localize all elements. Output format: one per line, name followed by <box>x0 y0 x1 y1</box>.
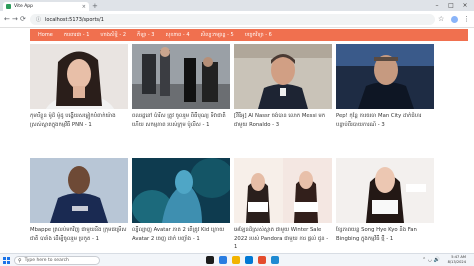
article-thumbnail[interactable] <box>234 158 332 223</box>
article-card[interactable]: ពលរដ្ឋនៅ ប៉ារីស ត្រូវ ចូលរួម ពិធីបុណ្យ ទ… <box>132 44 230 146</box>
article-title[interactable]: Pep! កុន្តែ ការចរចា Man City ដាក់ជំហរ បន… <box>336 112 434 138</box>
article-card[interactable]: [វីឌីអូ] Al Nassr ចង់បាន លោក Messi មកជាម… <box>234 44 332 146</box>
os-taskbar: ⚲ Type here to search ⌃ ◡ 🔊 5:47 AM 8/13… <box>0 253 474 266</box>
taskbar-search-box[interactable]: ⚲ Type here to search <box>14 256 100 265</box>
browser-tab-strip: Vite App × + – □ × <box>0 0 474 11</box>
article-card[interactable]: កុមារីខ្លួន ម៉ូដ៏ ម៉ូដូ បង្ហើយសម្លៀកបំពា… <box>30 44 128 146</box>
article-thumbnail[interactable] <box>30 158 128 223</box>
minimize-button[interactable]: – <box>430 1 444 10</box>
nav-home[interactable]: Home <box>38 32 53 38</box>
clock-date: 8/13/2024 <box>447 260 466 264</box>
article-card[interactable]: Pep! កុន្តែ ការចរចា Man City ដាក់ជំហរ បន… <box>336 44 434 146</box>
store-icon[interactable] <box>245 256 253 264</box>
file-explorer-icon[interactable] <box>232 256 240 264</box>
article-card[interactable]: ល្បីល្បាញ Avatar ភាគ 2 តើត្រូវ Kid ក្រោយ… <box>132 158 230 260</box>
nav-category-5[interactable]: សិល្បៈកម្សាន្ត - 5 <box>201 32 234 39</box>
article-card[interactable]: Mbappe ត្រលប់មកវិញ ជាមួយនឹង ក្រុមជម្រើស … <box>30 158 128 260</box>
close-window-button[interactable]: × <box>458 1 472 10</box>
site-navbar: Home ការពារជា - 1 ហាងសិទ្ធិ - 2 កីឡា - 3… <box>30 29 468 41</box>
article-thumbnail[interactable] <box>336 44 434 109</box>
url-text: localhost:5173/sports/1 <box>45 16 104 23</box>
article-grid: កុមារីខ្លួន ម៉ូដ៏ ម៉ូដូ បង្ហើយសម្លៀកបំពា… <box>30 44 435 260</box>
taskbar-search-placeholder: Type here to search <box>24 258 69 263</box>
bookmark-star-icon[interactable]: ☆ <box>438 14 444 24</box>
article-title[interactable]: ល្បីល្បាញ Avatar ភាគ 2 តើត្រូវ Kid ក្រោយ… <box>132 226 230 252</box>
article-card[interactable]: ខ្សែភាពយន្ត Song Hye Kyo និង Fan Bingbin… <box>336 158 434 260</box>
nav-category-1[interactable]: ការពារជា - 1 <box>64 32 90 39</box>
nav-category-4[interactable]: សុខភាព - 4 <box>165 32 189 39</box>
article-thumbnail[interactable] <box>336 158 434 223</box>
article-title[interactable]: កុមារីខ្លួន ម៉ូដ៏ ម៉ូដូ បង្ហើយសម្លៀកបំពា… <box>30 112 128 138</box>
article-title[interactable]: ពលរដ្ឋនៅ ប៉ារីស ត្រូវ ចូលរួម ពិធីបុណ្យ ទ… <box>132 112 230 138</box>
nav-category-6[interactable]: បច្ចេកវិទ្យា - 6 <box>245 32 272 39</box>
search-icon: ⚲ <box>18 257 22 264</box>
edge-icon[interactable] <box>219 256 227 264</box>
window-controls: – □ × <box>430 1 472 10</box>
article-title[interactable]: [វីឌីអូ] Al Nassr ចង់បាន លោក Messi មកជាម… <box>234 112 332 138</box>
nav-category-2[interactable]: ហាងសិទ្ធិ - 2 <box>100 32 126 39</box>
windows-start-icon[interactable] <box>3 257 10 264</box>
taskbar-apps <box>206 256 284 264</box>
article-thumbnail[interactable] <box>132 44 230 109</box>
forward-arrow-icon[interactable]: → <box>12 14 18 24</box>
article-thumbnail[interactable] <box>132 158 230 223</box>
vscode-icon[interactable] <box>271 256 279 264</box>
tab-close-icon[interactable]: × <box>82 4 86 10</box>
site-info-icon[interactable]: ⓘ <box>36 16 41 23</box>
address-bar-row: ← → ⟳ ⓘ localhost:5173/sports/1 ☆ ⋮ <box>0 11 474 28</box>
chrome-icon[interactable] <box>258 256 266 264</box>
browser-tab[interactable]: Vite App × <box>3 2 89 11</box>
browser-menu-icon[interactable]: ⋮ <box>463 14 470 24</box>
reload-icon[interactable]: ⟳ <box>20 14 26 24</box>
vite-favicon-icon <box>6 4 11 9</box>
article-title[interactable]: អេឡែនដ៏ស្រស់ស្អាត ជាមួយ Winter Sale 2022… <box>234 226 332 252</box>
url-field[interactable]: ⓘ localhost:5173/sports/1 <box>30 14 435 25</box>
new-tab-button[interactable]: + <box>92 2 98 10</box>
nav-category-3[interactable]: កីឡា - 3 <box>137 32 154 39</box>
article-thumbnail[interactable] <box>30 44 128 109</box>
system-tray-icons[interactable]: ⌃ ◡ 🔊 <box>422 257 440 263</box>
article-title[interactable]: ខ្សែភាពយន្ត Song Hye Kyo និង Fan Bingbin… <box>336 226 434 252</box>
article-card[interactable]: អេឡែនដ៏ស្រស់ស្អាត ជាមួយ Winter Sale 2022… <box>234 158 332 260</box>
article-thumbnail[interactable] <box>234 44 332 109</box>
profile-avatar-icon[interactable] <box>451 16 458 23</box>
task-view-icon[interactable] <box>206 256 214 264</box>
taskbar-clock[interactable]: 5:47 AM 8/13/2024 <box>448 255 466 265</box>
tab-title: Vite App <box>14 4 33 9</box>
article-title[interactable]: Mbappe ត្រលប់មកវិញ ជាមួយនឹង ក្រុមជម្រើស … <box>30 226 128 252</box>
back-arrow-icon[interactable]: ← <box>4 14 10 24</box>
maximize-button[interactable]: □ <box>444 1 458 10</box>
